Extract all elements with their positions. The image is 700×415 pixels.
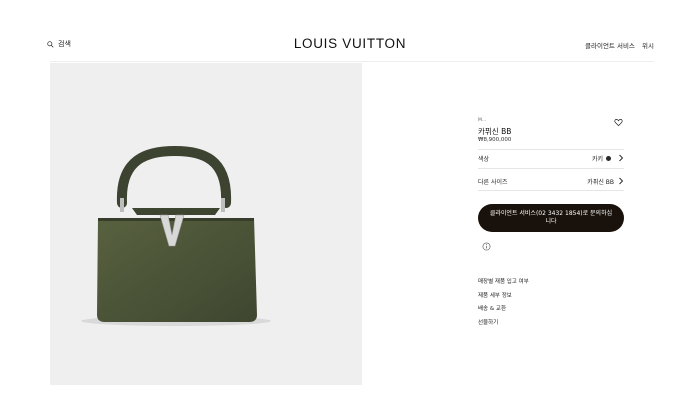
color-swatch [606,155,611,161]
header-divider [50,61,654,62]
color-value: 카키 [591,156,603,163]
other-sizes-value: 카퓌신 BB [587,179,614,186]
store-availability-link[interactable]: 매장별 재품 입고 여부 [478,277,529,291]
chevron-right-icon [619,177,624,185]
handbag-illustration [81,145,271,326]
wishlist-link[interactable]: 위시 [642,40,654,50]
product-image[interactable] [50,63,362,385]
contact-client-service-button[interactable]: 클라이언트 서비스(02 3432 1854)로 문의하십니다 [478,204,624,232]
heart-icon[interactable] [614,118,623,127]
color-option[interactable]: 색상 카키 [478,154,624,164]
chevron-right-icon [619,154,624,162]
option-divider [478,190,624,191]
product-price: ₩8,900,000 [478,137,512,143]
gift-link[interactable]: 선물하기 [478,318,529,332]
info-icon[interactable] [482,242,491,251]
product-details-link[interactable]: 제품 세부 정보 [478,291,529,305]
shipping-returns-link[interactable]: 배송 & 교환 [478,304,529,318]
option-divider [478,168,624,169]
product-links: 매장별 재품 입고 여부 제품 세부 정보 배송 & 교환 선물하기 [478,277,529,331]
product-sku: M... [478,118,487,123]
site-header: 검색 LOUIS VUITTON 클라이언트 서비스 위시 [0,0,700,62]
other-sizes-option[interactable]: 다른 사이즈 카퓌신 BB [478,177,624,187]
color-label: 색상 [478,156,490,163]
product-name: 카퓌신 BB [478,127,512,136]
client-service-link[interactable]: 클라이언트 서비스 [585,40,635,50]
other-sizes-label: 다른 사이즈 [478,179,508,186]
option-divider [478,149,624,150]
